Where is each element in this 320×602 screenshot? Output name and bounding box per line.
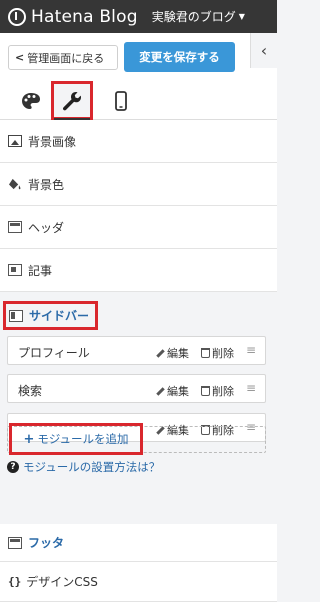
tab-design[interactable] <box>10 81 52 120</box>
section-label: 背景画像 <box>28 134 77 149</box>
chevron-left-icon: < <box>15 51 25 64</box>
section-sidebar-header[interactable]: サイドバー <box>3 301 98 330</box>
article-layout-icon <box>8 264 22 276</box>
caret-down-icon: ▼ <box>238 12 245 21</box>
tab-smartphone[interactable] <box>100 81 142 120</box>
section-header[interactable]: ヘッダ <box>0 206 277 249</box>
add-module-button[interactable]: + モジュールを追加 <box>9 423 143 455</box>
brand-name: Hatena Blog <box>31 6 138 27</box>
delete-label: 削除 <box>212 347 234 360</box>
code-braces-icon: {} <box>8 575 22 588</box>
module-help-link[interactable]: ? モジュールの設置方法は？ <box>7 459 160 475</box>
tab-customize[interactable] <box>51 81 93 120</box>
section-background-color[interactable]: 背景色 <box>0 163 277 206</box>
module-name: 検索 <box>18 384 43 398</box>
paint-bucket-icon <box>9 178 21 190</box>
sidebar-layout-icon <box>9 309 23 322</box>
trash-icon <box>201 386 210 396</box>
edit-label: 編集 <box>167 347 189 360</box>
collapse-panel-button[interactable]: ‹ <box>250 33 277 68</box>
section-label: ヘッダ <box>28 220 65 235</box>
section-label: フッタ <box>28 536 65 550</box>
chevron-left-icon: ‹ <box>260 41 268 60</box>
plus-icon: + <box>23 431 35 447</box>
add-module-label: モジュールを追加 <box>37 432 129 446</box>
module-name: プロフィール <box>18 346 90 360</box>
footer-layout-icon <box>8 536 22 549</box>
edit-label: 編集 <box>167 385 189 398</box>
section-label: デザインCSS <box>26 575 98 589</box>
blog-selector[interactable]: 実験君のブログ ▼ <box>152 8 245 25</box>
sidebar-module[interactable]: 検索 編集 削除 ≡ <box>7 374 266 403</box>
section-label: サイドバー <box>29 309 90 323</box>
edit-link[interactable]: 編集 <box>155 383 189 399</box>
editor-toolbar: < 管理画面に戻る 変更を保存する ‹ <box>0 33 277 81</box>
brand[interactable]: Hatena Blog <box>8 7 138 27</box>
editor-tabs <box>0 81 277 120</box>
header-layout-icon <box>8 221 22 233</box>
pencil-icon <box>155 348 165 358</box>
back-to-dashboard-button[interactable]: < 管理画面に戻る <box>8 45 118 70</box>
save-changes-button[interactable]: 変更を保存する <box>124 42 235 72</box>
top-bar: Hatena Blog 実験君のブログ ▼ <box>0 0 277 33</box>
blog-name: 実験君のブログ <box>151 10 236 24</box>
pencil-icon <box>155 386 165 396</box>
section-label: 背景色 <box>28 177 65 192</box>
back-button-label: 管理画面に戻る <box>27 51 105 65</box>
section-design-css[interactable]: {} デザインCSS <box>0 562 277 602</box>
section-article[interactable]: 記事 <box>0 249 277 292</box>
smartphone-icon <box>115 90 127 111</box>
palette-icon <box>22 92 40 109</box>
hatena-logo-icon <box>8 7 26 26</box>
drag-handle-icon[interactable]: ≡ <box>246 343 256 357</box>
delete-link[interactable]: 削除 <box>201 345 234 361</box>
help-text: モジュールの設置方法は？ <box>23 460 161 474</box>
sidebar-module[interactable]: プロフィール 編集 削除 ≡ <box>7 336 266 365</box>
image-icon <box>8 135 22 147</box>
question-icon: ? <box>7 461 19 473</box>
wrench-icon <box>62 91 81 110</box>
delete-label: 削除 <box>212 385 234 398</box>
section-footer[interactable]: フッタ <box>0 524 277 562</box>
section-label: 記事 <box>28 263 53 278</box>
trash-icon <box>201 348 210 358</box>
edit-link[interactable]: 編集 <box>155 345 189 361</box>
delete-link[interactable]: 削除 <box>201 383 234 399</box>
section-background-image[interactable]: 背景画像 <box>0 120 277 163</box>
sidebar-section: サイドバー <box>0 292 277 524</box>
drag-handle-icon[interactable]: ≡ <box>246 381 256 395</box>
